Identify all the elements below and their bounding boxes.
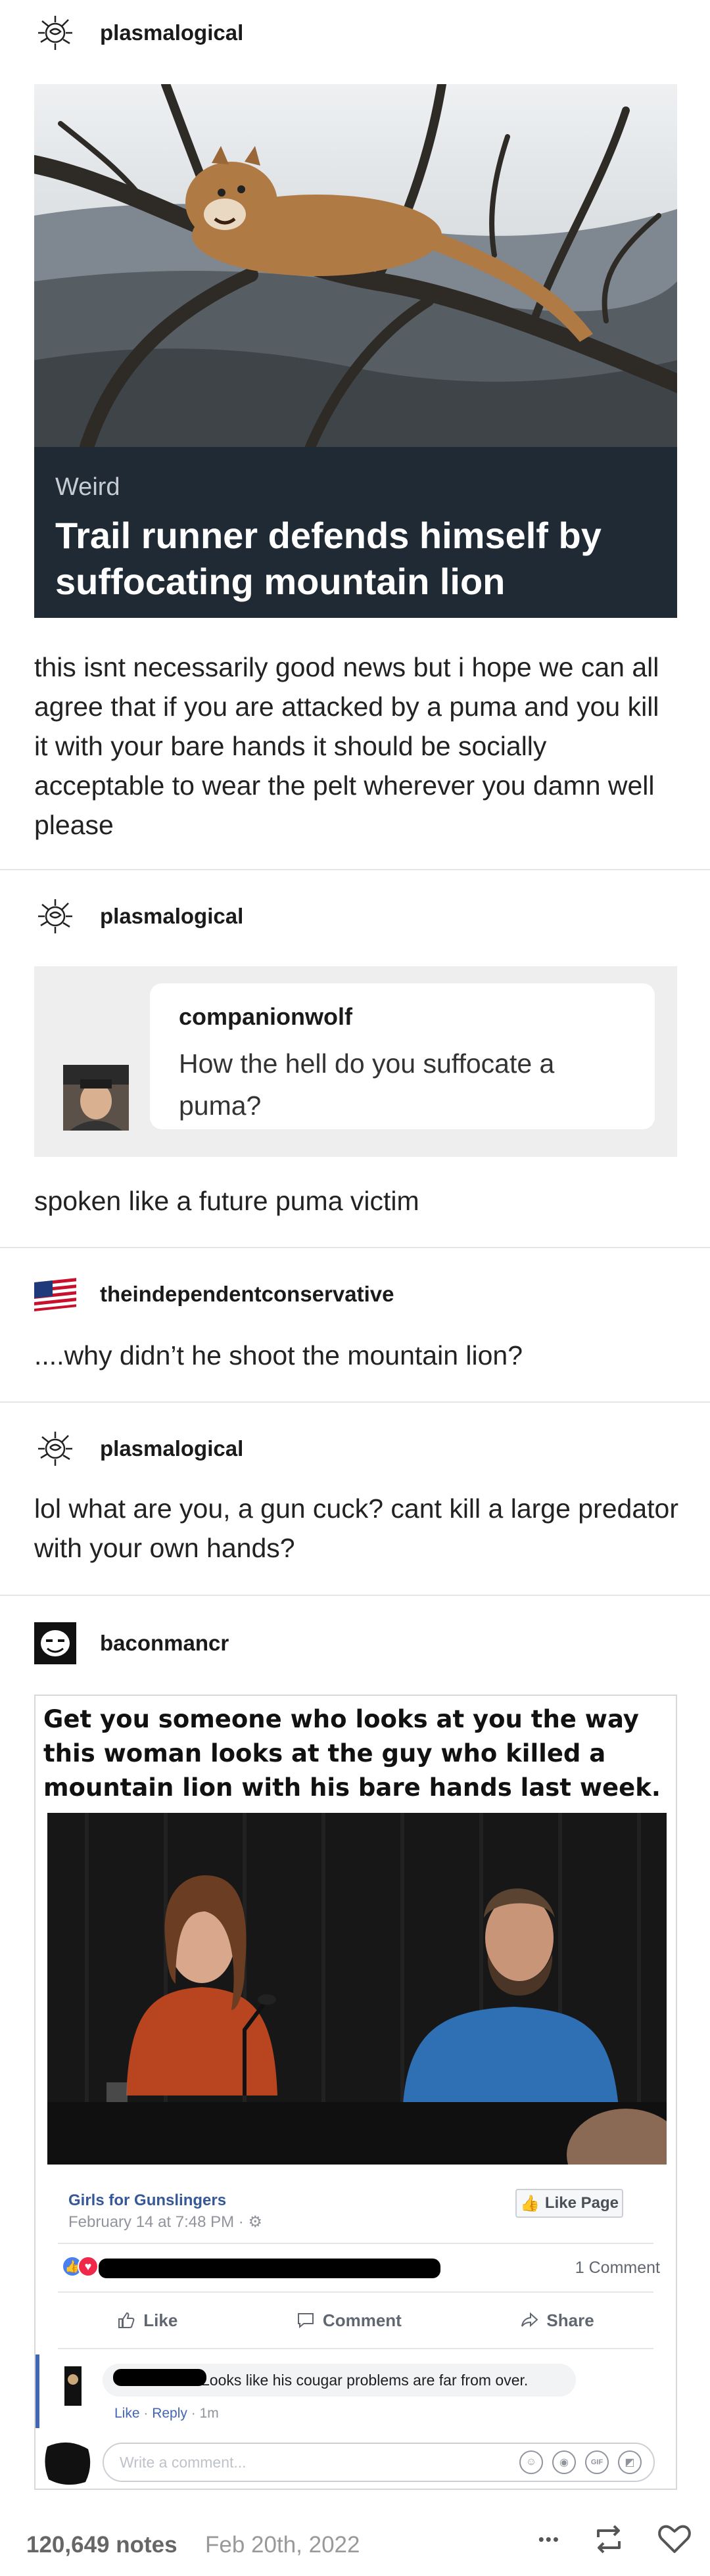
notes-count[interactable]: 120,649 notes <box>26 2532 178 2558</box>
scribble-avatar-icon[interactable] <box>34 895 76 937</box>
facebook-post: Girls for Gunslingers February 14 at 7:4… <box>36 2169 676 2489</box>
post-footer: 120,649 notes Feb 20th, 2022 ••• <box>0 2517 710 2570</box>
divider <box>0 1247 710 1248</box>
scribble-avatar-icon[interactable] <box>34 1428 76 1470</box>
footer-actions: ••• <box>538 2524 692 2554</box>
gif-icon[interactable]: GIF <box>585 2450 609 2474</box>
article-title[interactable]: Trail runner defends himself by suffocat… <box>55 513 660 605</box>
love-reaction-icon: ♥ <box>78 2256 99 2277</box>
username[interactable]: plasmalogical <box>100 20 243 45</box>
meme-face-avatar-icon[interactable] <box>34 1622 76 1664</box>
like-page-button[interactable]: 👍 Like Page <box>515 2189 623 2218</box>
quote-bubble: companionwolf How the hell do you suffoc… <box>150 983 655 1129</box>
post-header: plasmalogical <box>34 1428 243 1470</box>
reblog-icon[interactable] <box>592 2524 626 2554</box>
comment-reply-link[interactable]: Reply <box>152 2406 187 2421</box>
fb-page-name[interactable]: Girls for Gunslingers <box>68 2191 226 2210</box>
post-text: lol what are you, a gun cuck? cant kill … <box>34 1493 678 1563</box>
post-text: spoken like a future puma victim <box>34 1186 419 1216</box>
reblog-quote: companionwolf How the hell do you suffoc… <box>34 966 677 1157</box>
quote-username[interactable]: companionwolf <box>179 1003 352 1031</box>
camera-icon[interactable]: ◉ <box>552 2450 576 2474</box>
comment-time: 1m <box>199 2406 219 2421</box>
username[interactable]: plasmalogical <box>100 904 243 929</box>
fb-reactions[interactable]: 👍 ♥ <box>62 2256 99 2277</box>
divider <box>0 1595 710 1596</box>
fb-comment-count[interactable]: 1 Comment <box>575 2259 660 2278</box>
fb-share-button[interactable]: Share <box>520 2310 594 2331</box>
post-header: theindependentconservative <box>34 1273 394 1315</box>
gear-icon[interactable]: ⚙ <box>248 2213 262 2231</box>
thumbs-up-icon <box>118 2312 135 2328</box>
quote-text: How the hell do you suffocate a puma? <box>179 1048 555 1121</box>
fb-like-button[interactable]: Like <box>117 2310 178 2331</box>
article-card[interactable]: Weird Trail runner defends himself by su… <box>34 84 677 618</box>
redacted-names <box>99 2259 440 2278</box>
post-header: baconmancr <box>34 1622 229 1664</box>
scribble-avatar-icon[interactable] <box>34 12 76 54</box>
avatar[interactable] <box>42 2440 95 2486</box>
comment-like-link[interactable]: Like <box>114 2406 140 2421</box>
fb-comment-button[interactable]: Comment <box>296 2310 402 2331</box>
post-header: plasmalogical <box>34 895 243 937</box>
press-conference-photo <box>47 1813 667 2165</box>
comment-thread-bar <box>36 2354 39 2428</box>
divider <box>58 2291 653 2293</box>
username[interactable]: plasmalogical <box>100 1436 243 1461</box>
more-icon[interactable]: ••• <box>538 2529 560 2550</box>
comment-icon <box>297 2313 314 2329</box>
divider <box>58 2243 653 2244</box>
username[interactable]: baconmancr <box>100 1631 229 1656</box>
post-text: ....why didn’t he shoot the mountain lio… <box>34 1340 523 1370</box>
article-caption: Weird Trail runner defends himself by su… <box>34 447 677 618</box>
divider <box>0 869 710 870</box>
fb-comments: Looks like his cougar problems are far f… <box>36 2354 676 2489</box>
mountain-lion-photo <box>34 84 677 447</box>
fb-actions: Like Comment Share <box>58 2301 653 2340</box>
avatar[interactable] <box>63 1065 129 1131</box>
fb-comment-meta: Like · Reply · 1m <box>114 2406 219 2421</box>
meme-image[interactable]: Get you someone who looks at you the way… <box>34 1695 677 2490</box>
article-category: Weird <box>55 473 120 501</box>
flag-avatar-icon[interactable] <box>34 1273 76 1315</box>
avatar[interactable] <box>55 2360 91 2414</box>
meme-caption: Get you someone who looks at you the way… <box>43 1705 661 1802</box>
heart-icon[interactable] <box>657 2524 692 2554</box>
redacted-commenter <box>113 2369 206 2386</box>
divider <box>0 1401 710 1403</box>
share-icon <box>521 2312 538 2328</box>
fb-post-date: February 14 at 7:48 PM · ⚙ <box>68 2213 262 2231</box>
comment-input-icons: ☺ ◉ GIF ◩ <box>519 2450 642 2474</box>
thumbs-up-icon: 👍 <box>520 2194 540 2213</box>
post-header: plasmalogical <box>34 12 243 54</box>
post-date[interactable]: Feb 20th, 2022 <box>205 2532 360 2558</box>
username[interactable]: theindependentconservative <box>100 1282 394 1307</box>
comment-input[interactable]: Write a comment... ☺ ◉ GIF ◩ <box>103 2443 655 2482</box>
post-text: this isnt necessarily good news but i ho… <box>34 652 659 840</box>
divider <box>58 2348 653 2349</box>
sticker-icon[interactable]: ◩ <box>618 2450 642 2474</box>
emoji-icon[interactable]: ☺ <box>519 2450 543 2474</box>
